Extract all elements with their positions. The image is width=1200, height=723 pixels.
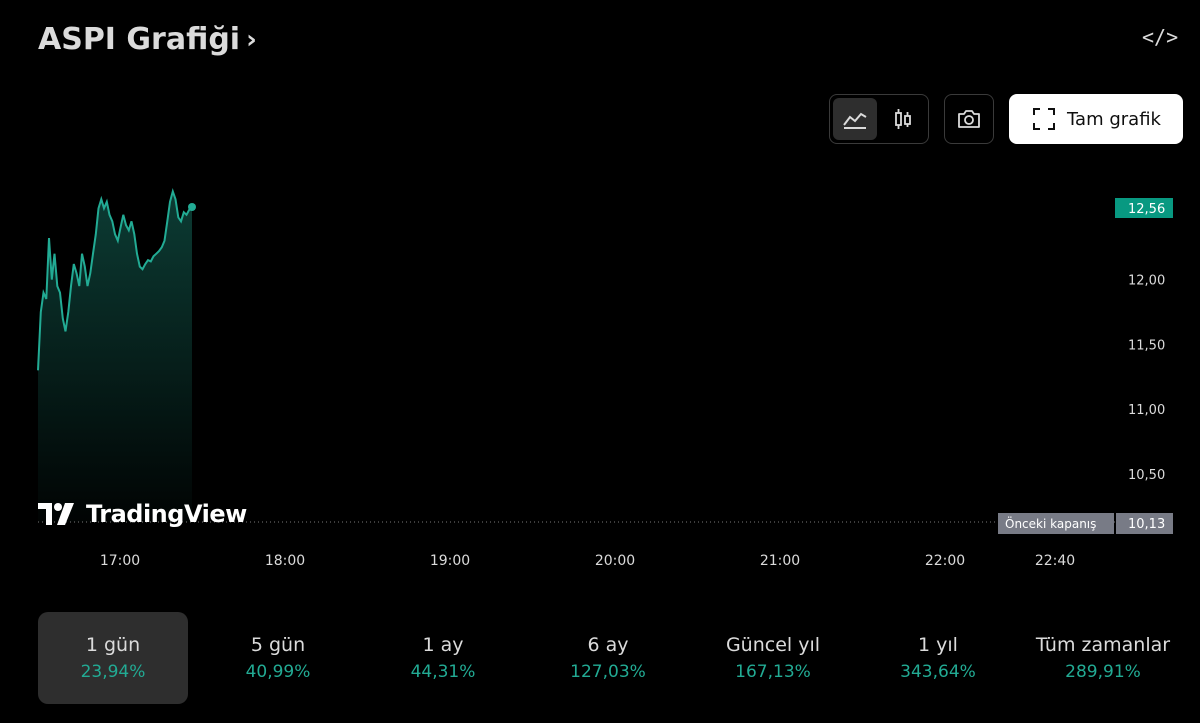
period-change-value: 167,13%	[735, 662, 811, 682]
tradingview-logo-icon	[38, 503, 74, 525]
x-tick-label: 21:00	[760, 553, 800, 569]
period-change-value: 44,31%	[410, 662, 476, 682]
previous-close-name: Önceki kapanış	[1005, 515, 1096, 531]
x-tick-label: 18:00	[265, 553, 305, 569]
x-tick-label: 17:00	[100, 553, 140, 569]
period-option[interactable]: 1 yıl 343,64%	[863, 612, 1013, 704]
y-tick-label: 11,00	[1128, 403, 1165, 418]
period-label: 6 ay	[587, 634, 629, 656]
period-label: 1 ay	[422, 634, 464, 656]
tradingview-logo[interactable]: TradingView	[38, 500, 247, 528]
y-tick-label: 11,50	[1128, 338, 1165, 353]
period-change-value: 127,03%	[570, 662, 646, 682]
period-option[interactable]: 1 ay 44,31%	[368, 612, 518, 704]
price-area	[38, 191, 192, 522]
period-selector: 1 gün 23,94% 5 gün 40,99% 1 ay 44,31% 6 ay 127,…	[38, 612, 1193, 704]
x-tick-label: 22:40	[1035, 553, 1075, 569]
y-tick-label: 10,50	[1128, 468, 1165, 483]
period-label: 1 gün	[85, 634, 141, 656]
previous-close-value: 10,13	[1128, 517, 1165, 532]
period-change-value: 343,64%	[900, 662, 976, 682]
x-tick-label: 20:00	[595, 553, 635, 569]
x-tick-label: 19:00	[430, 553, 470, 569]
last-price-label: 12,56	[1128, 202, 1165, 217]
period-change-value: 40,99%	[245, 662, 311, 682]
period-change-value: 289,91%	[1065, 662, 1141, 682]
period-option[interactable]: 5 gün 40,99%	[203, 612, 353, 704]
last-price-marker	[188, 203, 196, 211]
period-label: Güncel yıl	[725, 634, 821, 656]
period-option[interactable]: 6 ay 127,03%	[533, 612, 683, 704]
period-label: Tüm zamanlar	[1035, 634, 1171, 656]
period-option[interactable]: Güncel yıl 167,13%	[698, 612, 848, 704]
period-label: 5 gün	[250, 634, 306, 656]
period-option[interactable]: Tüm zamanlar 289,91%	[1028, 612, 1178, 704]
period-change-value: 23,94%	[80, 662, 146, 682]
period-label: 1 yıl	[918, 634, 958, 656]
y-tick-label: 12,00	[1128, 274, 1165, 289]
period-option[interactable]: 1 gün 23,94%	[38, 612, 188, 704]
x-tick-label: 22:00	[925, 553, 965, 569]
tradingview-logo-text: TradingView	[86, 500, 247, 528]
